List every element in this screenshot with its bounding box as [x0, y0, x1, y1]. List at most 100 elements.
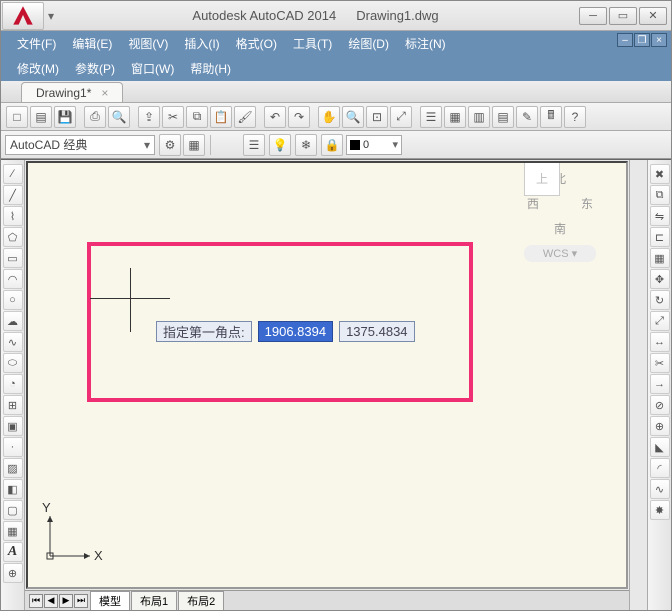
viewcube[interactable]: 北 西 上 东 南 WCS ▾ [524, 171, 596, 262]
help-icon[interactable]: ? [564, 106, 586, 128]
toolpalettes-icon[interactable]: ▥ [468, 106, 490, 128]
document-tab[interactable]: Drawing1* × [21, 82, 123, 102]
zoom-icon[interactable]: 🔍 [342, 106, 364, 128]
menu-file[interactable]: 文件(F) [9, 31, 64, 56]
child-close[interactable]: × [651, 33, 667, 47]
matchprop-icon[interactable]: 🖌 [234, 106, 256, 128]
redo-icon[interactable]: ↷ [288, 106, 310, 128]
markup-icon[interactable]: ✎ [516, 106, 538, 128]
pan-icon[interactable]: ✋ [318, 106, 340, 128]
erase-tool[interactable]: ✖ [650, 164, 670, 184]
offset-tool[interactable]: ⊏ [650, 227, 670, 247]
tab-nav-prev[interactable]: ◀ [44, 594, 58, 608]
copy-icon[interactable]: ⧉ [186, 106, 208, 128]
maximize-button[interactable]: ▭ [609, 7, 637, 25]
viewcube-south[interactable]: 南 [554, 220, 566, 237]
sheetset-icon[interactable]: ▤ [492, 106, 514, 128]
ellipse-tool[interactable]: ⬭ [3, 353, 23, 373]
ellipsearc-tool[interactable]: ◔ [3, 374, 23, 394]
table-tool[interactable]: ▦ [3, 521, 23, 541]
break-tool[interactable]: ⊘ [650, 395, 670, 415]
tab-layout1[interactable]: 布局1 [131, 591, 177, 610]
layer-freeze-icon[interactable]: ❄ [295, 134, 317, 156]
tab-nav-next[interactable]: ▶ [59, 594, 73, 608]
block-tool[interactable]: ▣ [3, 416, 23, 436]
paste-icon[interactable]: 📋 [210, 106, 232, 128]
revcloud-tool[interactable]: ☁ [3, 311, 23, 331]
region-tool[interactable]: ▢ [3, 500, 23, 520]
tab-nav-last[interactable]: ⏭ [74, 594, 88, 608]
viewcube-east[interactable]: 东 [581, 195, 593, 212]
polygon-tool[interactable]: ⬠ [3, 227, 23, 247]
menu-draw[interactable]: 绘图(D) [340, 31, 397, 56]
viewcube-top[interactable]: 上 [524, 161, 560, 196]
join-tool[interactable]: ⊕ [650, 416, 670, 436]
viewcube-west[interactable]: 西 [527, 195, 539, 212]
point-tool[interactable]: · [3, 437, 23, 457]
rotate-tool[interactable]: ↻ [650, 290, 670, 310]
menu-param[interactable]: 参数(P) [67, 56, 123, 81]
close-button[interactable]: ✕ [639, 7, 667, 25]
save-icon[interactable]: 💾 [54, 106, 76, 128]
menu-tools[interactable]: 工具(T) [285, 31, 340, 56]
child-restore[interactable]: ❐ [634, 33, 650, 47]
spline-tool[interactable]: ∿ [3, 332, 23, 352]
zoomwin-icon[interactable]: ⊡ [366, 106, 388, 128]
app-logo[interactable] [2, 2, 44, 30]
tab-nav-first[interactable]: ⏮ [29, 594, 43, 608]
menu-format[interactable]: 格式(O) [228, 31, 285, 56]
workspace-settings-icon[interactable]: ⚙ [159, 134, 181, 156]
insert-tool[interactable]: ⊞ [3, 395, 23, 415]
open-icon[interactable]: ▤ [30, 106, 52, 128]
workspace-selector[interactable]: AutoCAD 经典 ▾ [5, 135, 155, 155]
coord-y-input[interactable]: 1375.4834 [339, 321, 414, 342]
chamfer-tool[interactable]: ◣ [650, 437, 670, 457]
menu-edit[interactable]: 编辑(E) [64, 31, 120, 56]
menu-view[interactable]: 视图(V) [120, 31, 176, 56]
drawing-canvas[interactable]: 北 西 上 东 南 WCS ▾ 指定第一角点: 1906.8394 1375.4… [26, 161, 628, 589]
undo-icon[interactable]: ↶ [264, 106, 286, 128]
copy-tool[interactable]: ⧉ [650, 185, 670, 205]
stretch-tool[interactable]: ↔ [650, 332, 670, 352]
circle-tool[interactable]: ○ [3, 290, 23, 310]
tab-model[interactable]: 模型 [90, 591, 130, 610]
publish-icon[interactable]: ⇪ [138, 106, 160, 128]
menu-help[interactable]: 帮助(H) [182, 56, 239, 81]
explode-tool[interactable]: ✸ [650, 500, 670, 520]
layers-icon[interactable]: ☰ [243, 134, 265, 156]
fillet-tool[interactable]: ◜ [650, 458, 670, 478]
text-tool[interactable]: A [3, 542, 23, 562]
close-tab-icon[interactable]: × [101, 86, 108, 100]
cut-icon[interactable]: ✂ [162, 106, 184, 128]
menu-dimension[interactable]: 标注(N) [397, 31, 454, 56]
trim-tool[interactable]: ✂ [650, 353, 670, 373]
move-tool[interactable]: ✥ [650, 269, 670, 289]
polyline-tool[interactable]: ⌇ [3, 206, 23, 226]
layer-on-icon[interactable]: 💡 [269, 134, 291, 156]
wcs-badge[interactable]: WCS ▾ [524, 245, 596, 262]
addselected-tool[interactable]: ⊕ [3, 563, 23, 583]
menu-window[interactable]: 窗口(W) [123, 56, 182, 81]
blend-tool[interactable]: ∿ [650, 479, 670, 499]
preview-icon[interactable]: 🔍 [108, 106, 130, 128]
workspace-tool-icon[interactable]: ▦ [183, 134, 205, 156]
tab-layout2[interactable]: 布局2 [178, 591, 224, 610]
calc-icon[interactable]: 🖩 [540, 106, 562, 128]
scale-tool[interactable]: ⤢ [650, 311, 670, 331]
print-icon[interactable]: ⎙ [84, 106, 106, 128]
designcenter-icon[interactable]: ▦ [444, 106, 466, 128]
xline-tool[interactable]: ╱ [3, 185, 23, 205]
properties-icon[interactable]: ☰ [420, 106, 442, 128]
new-icon[interactable]: □ [6, 106, 28, 128]
layer-lock-icon[interactable]: 🔒 [321, 134, 343, 156]
arc-tool[interactable]: ◠ [3, 269, 23, 289]
coord-x-input[interactable]: 1906.8394 [258, 321, 333, 342]
menu-insert[interactable]: 插入(I) [176, 31, 227, 56]
extend-tool[interactable]: → [650, 374, 670, 394]
line-tool[interactable]: ∕ [3, 164, 23, 184]
rectangle-tool[interactable]: ▭ [3, 248, 23, 268]
child-minimize[interactable]: – [617, 33, 633, 47]
gradient-tool[interactable]: ◧ [3, 479, 23, 499]
hatch-tool[interactable]: ▨ [3, 458, 23, 478]
minimize-button[interactable]: ─ [579, 7, 607, 25]
